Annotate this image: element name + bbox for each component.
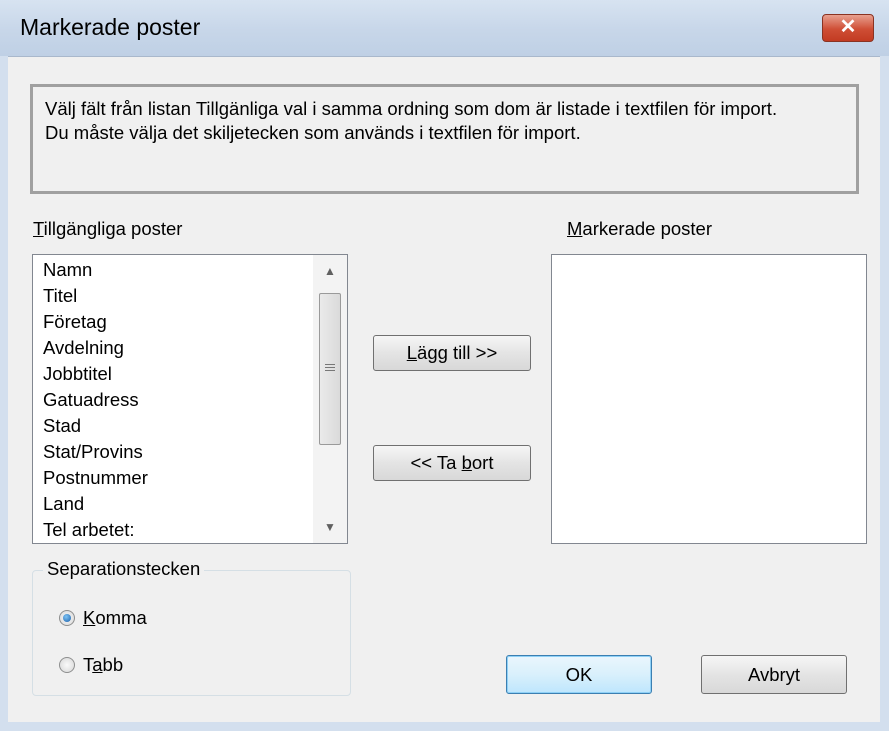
list-item[interactable]: Namn	[43, 257, 148, 283]
instruction-box: Välj fält från listan Tillgänliga val i …	[30, 84, 859, 194]
remove-button-label-pre: << Ta	[410, 452, 462, 473]
available-listbox[interactable]: Namn Titel Företag Avdelning Jobbtitel G…	[32, 254, 348, 544]
scrollbar-grip-icon	[325, 364, 335, 365]
close-button[interactable]: ✕	[822, 14, 874, 42]
list-item[interactable]: Avdelning	[43, 335, 148, 361]
list-item[interactable]: Titel	[43, 283, 148, 309]
add-button-label: ägg till >>	[417, 342, 498, 363]
radio-button-unchecked-icon[interactable]	[59, 657, 75, 673]
scrollbar-thumb[interactable]	[319, 293, 341, 445]
add-button-mnemonic: L	[406, 342, 418, 363]
list-item[interactable]: Jobbtitel	[43, 361, 148, 387]
separator-groupbox: Separationstecken Komma Tabb	[32, 558, 351, 696]
title-bar: Markerade poster ✕	[0, 0, 889, 57]
selected-label-mnemonic: M	[567, 218, 583, 239]
komma-mnemonic: K	[83, 607, 96, 628]
remove-button-label: ort	[471, 452, 494, 473]
tabb-mnemonic: a	[92, 654, 103, 675]
selected-list-label: Markerade poster	[567, 218, 712, 240]
komma-label: omma	[95, 607, 147, 628]
window-title: Markerade poster	[20, 14, 201, 40]
window-frame-left	[0, 56, 8, 731]
available-label-mnemonic: T	[33, 218, 44, 239]
cancel-button[interactable]: Avbryt	[701, 655, 847, 694]
window-frame-bottom	[0, 722, 889, 731]
scroll-down-arrow-icon[interactable]: ▼	[313, 511, 347, 543]
instruction-line-1: Välj fält från listan Tillgänliga val i …	[45, 98, 778, 119]
window-frame-right	[880, 56, 889, 731]
list-item[interactable]: Stad	[43, 413, 148, 439]
available-label-text: illgängliga poster	[43, 218, 183, 239]
remove-button-mnemonic: b	[461, 452, 472, 473]
list-item[interactable]: Postnummer	[43, 465, 148, 491]
vertical-scrollbar[interactable]: ▲ ▼	[313, 255, 347, 543]
list-item[interactable]: Stat/Provins	[43, 439, 148, 465]
ok-button[interactable]: OK	[506, 655, 652, 694]
tabb-label-pre: T	[83, 654, 93, 675]
scroll-up-arrow-icon[interactable]: ▲	[313, 255, 347, 287]
available-list-label: Tillgängliga poster	[33, 218, 182, 240]
tabb-label: bb	[102, 654, 124, 675]
add-button[interactable]: Lägg till >>	[373, 335, 531, 371]
radio-button-checked-icon[interactable]	[59, 610, 75, 626]
separator-legend: Separationstecken	[43, 558, 205, 580]
instruction-line-2: Du måste välja det skiljetecken som anvä…	[45, 122, 581, 143]
list-item[interactable]: Tel arbetet:	[43, 517, 148, 543]
close-icon: ✕	[839, 16, 857, 38]
radio-komma[interactable]: Komma	[59, 607, 147, 629]
selected-listbox[interactable]	[551, 254, 867, 544]
list-item[interactable]: Land	[43, 491, 148, 517]
remove-button[interactable]: << Ta bort	[373, 445, 531, 481]
list-item[interactable]: Företag	[43, 309, 148, 335]
selected-label-text: arkerade poster	[582, 218, 712, 239]
radio-tabb[interactable]: Tabb	[59, 654, 123, 676]
list-item[interactable]: Gatuadress	[43, 387, 148, 413]
